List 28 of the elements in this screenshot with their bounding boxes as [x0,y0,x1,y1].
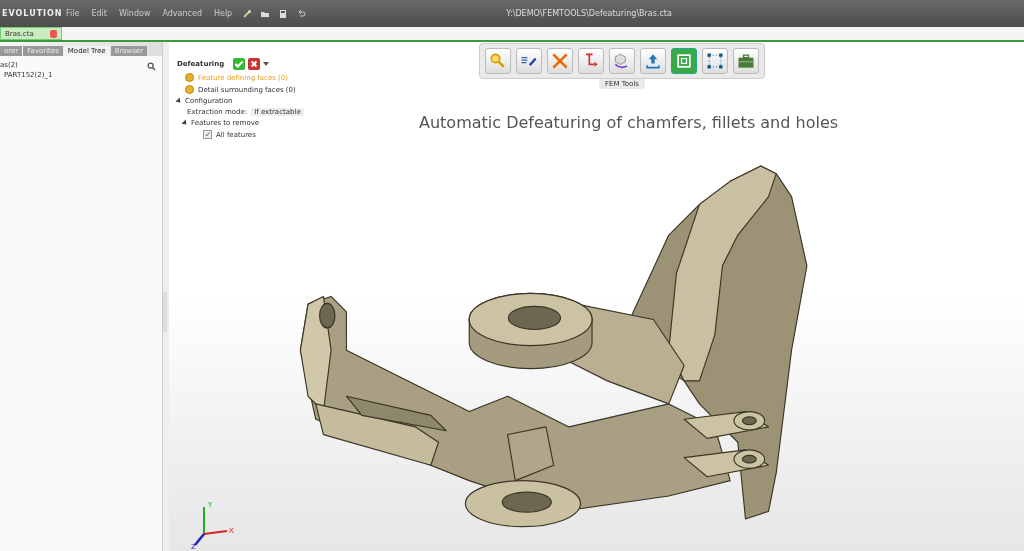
toolbar-button[interactable] [702,48,728,74]
cancel-button[interactable] [248,58,261,70]
window-title: Y:\DEMO\FEMTOOLS\Defeaturing\Bras.cta [506,9,672,18]
undo-icon[interactable] [296,8,307,19]
menu-item[interactable]: Window [118,9,151,18]
menu-item[interactable]: Edit [91,9,107,18]
menu-item[interactable]: Help [213,9,233,18]
menu-item[interactable]: Advanced [162,9,202,18]
app-logo: EVOLUTION [2,9,60,18]
toolbar-button[interactable] [516,48,542,74]
close-icon[interactable] [49,29,57,38]
save-icon[interactable] [278,8,289,19]
toolbar-button[interactable] [733,48,759,74]
menu-item[interactable]: File [66,9,80,18]
expander-icon[interactable] [181,119,189,127]
3d-viewport[interactable] [169,42,1024,551]
toolbar-button[interactable] [578,48,604,74]
splitter-handle[interactable] [163,291,167,332]
confirm-button[interactable] [233,58,246,70]
node-grid-icon [705,51,725,71]
expander-icon[interactable] [175,97,183,105]
toolbar-button[interactable] [609,48,635,74]
search-icon[interactable] [147,62,156,71]
toolbar-button[interactable] [640,48,666,74]
checkbox[interactable] [203,130,212,139]
viewport-caption: Automatic Defeaturing of chamfers, fillets and holes [419,113,839,132]
frame-icon [674,51,694,71]
dropdown-caret-icon[interactable] [263,62,270,66]
